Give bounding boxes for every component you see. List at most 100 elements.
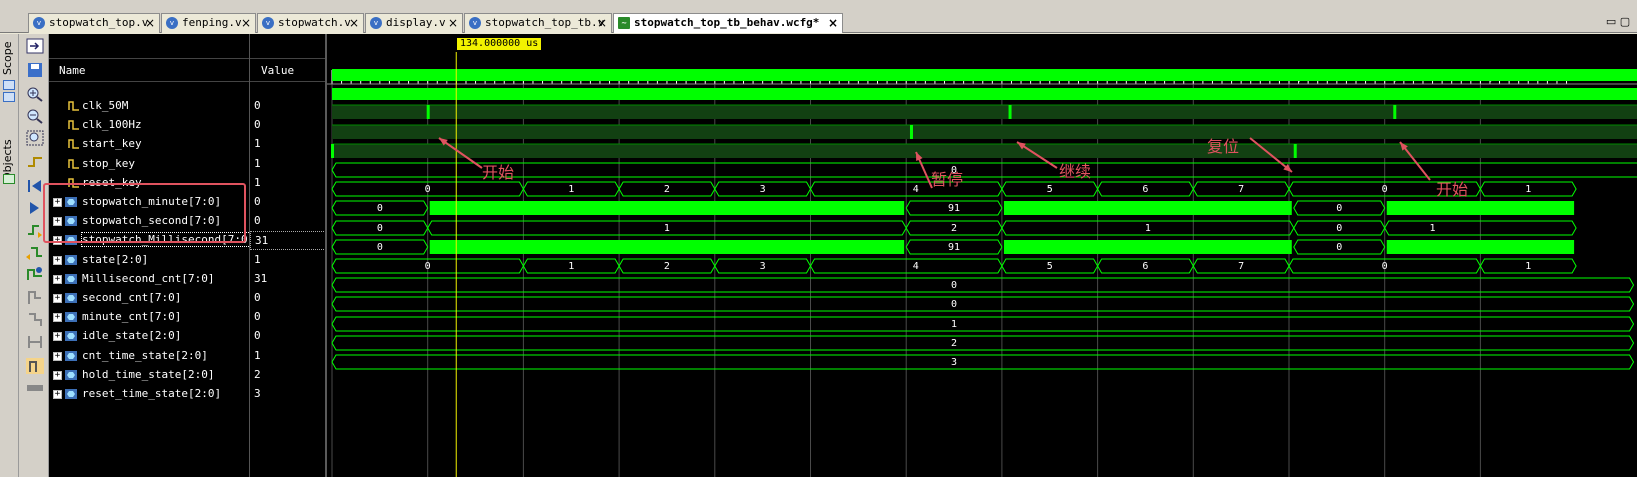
signal-value: 2 bbox=[250, 366, 326, 385]
close-icon[interactable]: × bbox=[448, 14, 458, 32]
close-icon[interactable]: × bbox=[828, 14, 838, 32]
waveform-config-icon: ~ bbox=[618, 17, 630, 29]
tab-stopwatch-top-tb[interactable]: v stopwatch_top_tb.v × bbox=[464, 13, 612, 33]
snap-to-transition-icon[interactable] bbox=[26, 358, 44, 374]
signal-row[interactable]: clk_100Hz bbox=[49, 116, 249, 135]
signal-row[interactable]: clk_50M bbox=[49, 97, 249, 116]
close-icon[interactable]: × bbox=[241, 14, 251, 32]
zoom-in-icon[interactable] bbox=[26, 86, 44, 102]
bit-signal-icon bbox=[68, 120, 79, 130]
key-fill bbox=[332, 144, 1637, 158]
value-column-header[interactable]: Value bbox=[250, 58, 325, 82]
signal-row[interactable]: + state[2:0] bbox=[49, 251, 249, 270]
close-icon[interactable]: × bbox=[145, 14, 155, 32]
signal-row[interactable]: + stopwatch_minute[7:0] bbox=[49, 193, 249, 212]
name-column-header[interactable]: Name bbox=[49, 58, 249, 82]
signal-row[interactable]: + idle_state[2:0] bbox=[49, 327, 249, 346]
waveform-viewer[interactable]: 0 us100 us200 us300 us400 us500 us600 us… bbox=[325, 34, 1637, 477]
expand-icon[interactable]: + bbox=[53, 275, 62, 284]
signal-row[interactable]: + cnt_time_state[2:0] bbox=[49, 347, 249, 366]
expand-icon[interactable]: + bbox=[53, 371, 62, 380]
signal-row[interactable]: + second_cnt[7:0] bbox=[49, 289, 249, 308]
signal-row[interactable]: reset_key bbox=[49, 174, 249, 193]
zoom-out-icon[interactable] bbox=[26, 108, 44, 124]
goto-time-icon[interactable] bbox=[26, 154, 44, 170]
expand-icon[interactable]: + bbox=[53, 390, 62, 399]
tab-waveform-config[interactable]: ~ stopwatch_top_tb_behav.wcfg* × bbox=[613, 13, 843, 33]
key-pulse bbox=[1008, 105, 1012, 119]
signal-value-text: 31 bbox=[254, 272, 268, 285]
signal-name: start_key bbox=[82, 137, 142, 150]
signal-value-text: 31 bbox=[255, 234, 269, 247]
signal-row[interactable]: + reset_time_state[2:0] bbox=[49, 385, 249, 404]
tab-fenping[interactable]: v fenping.v × bbox=[161, 13, 256, 33]
expand-icon[interactable]: + bbox=[53, 294, 62, 303]
signal-value-text: 0 bbox=[254, 329, 261, 342]
next-marker-icon[interactable] bbox=[26, 312, 44, 328]
signal-row[interactable]: + Millisecond_cnt[7:0] bbox=[49, 270, 249, 289]
signal-row[interactable]: start_key bbox=[49, 135, 249, 154]
signal-value: 1 bbox=[250, 155, 326, 174]
signal-value: 0 bbox=[250, 308, 326, 327]
expand-icon[interactable]: + bbox=[53, 198, 62, 207]
previous-marker-icon[interactable] bbox=[26, 290, 44, 306]
bus-value-label: 5 bbox=[1047, 261, 1053, 272]
goto-start-icon[interactable] bbox=[26, 178, 44, 194]
next-transition-icon[interactable] bbox=[26, 244, 44, 260]
bus-signal-icon bbox=[65, 351, 77, 361]
bus-value-label: 0 bbox=[1336, 223, 1342, 234]
bus-signal-icon bbox=[65, 312, 77, 322]
swap-cursors-icon[interactable] bbox=[26, 334, 44, 350]
signal-row[interactable]: + hold_time_state[2:0] bbox=[49, 366, 249, 385]
side-tab-scope[interactable]: Scope bbox=[1, 40, 18, 76]
maximize-icon[interactable]: ▭ ▢ bbox=[1603, 13, 1633, 31]
tab-display[interactable]: v display.v × bbox=[365, 13, 463, 33]
signal-value-text: 1 bbox=[254, 349, 261, 362]
signal-name: stop_key bbox=[82, 157, 135, 170]
tab-stopwatch[interactable]: v stopwatch.v × bbox=[257, 13, 364, 33]
close-icon[interactable]: × bbox=[597, 14, 607, 32]
waveform-canvas[interactable]: 0 us100 us200 us300 us400 us500 us600 us… bbox=[327, 34, 1637, 477]
signal-row[interactable]: + stopwatch_Millisecond[7:0] bbox=[49, 231, 256, 250]
bus-value-label: 7 bbox=[1238, 261, 1244, 272]
signal-value: 0 bbox=[250, 116, 326, 135]
verilog-file-icon: v bbox=[370, 17, 382, 29]
expand-icon[interactable]: + bbox=[53, 256, 62, 265]
previous-transition-icon[interactable] bbox=[26, 222, 44, 238]
goto-end-icon[interactable] bbox=[26, 200, 44, 216]
signal-value-text: 0 bbox=[254, 214, 261, 227]
expand-icon[interactable]: + bbox=[53, 217, 62, 226]
signal-row[interactable]: stop_key bbox=[49, 155, 249, 174]
expand-icon[interactable]: + bbox=[53, 332, 62, 341]
zoom-fit-icon[interactable] bbox=[26, 130, 44, 146]
bus-value-label: 5 bbox=[1047, 184, 1053, 195]
bus-signal-icon bbox=[65, 293, 77, 303]
bus-value-label: 0 bbox=[377, 242, 383, 253]
floating-ruler-icon[interactable] bbox=[26, 380, 44, 396]
bus-idle-state bbox=[331, 296, 1635, 312]
bus-value-label: 1 bbox=[1525, 184, 1531, 195]
expand-icon[interactable]: + bbox=[53, 313, 62, 322]
expand-icon[interactable]: + bbox=[53, 236, 62, 245]
annotation-restart: 开始 bbox=[1436, 180, 1469, 199]
bus-value-label: 1 bbox=[568, 184, 574, 195]
bus-value-label: 1 bbox=[1430, 223, 1436, 234]
expand-icon[interactable]: + bbox=[53, 352, 62, 361]
signal-value: 0 bbox=[250, 97, 326, 116]
add-marker-icon[interactable] bbox=[26, 266, 44, 282]
bit-signal-icon bbox=[68, 159, 79, 169]
signal-row[interactable]: + stopwatch_second[7:0] bbox=[49, 212, 249, 231]
signal-name: state[2:0] bbox=[82, 253, 149, 266]
signal-value-text: 0 bbox=[254, 291, 261, 304]
signal-name: hold_time_state[2:0] bbox=[82, 368, 215, 381]
bus-value-label: 1 bbox=[951, 319, 957, 330]
signal-row[interactable]: + minute_cnt[7:0] bbox=[49, 308, 249, 327]
key-pulse bbox=[909, 125, 913, 139]
tab-stopwatch-top[interactable]: v stopwatch_top.v × bbox=[28, 13, 160, 33]
goto-cursor-icon[interactable] bbox=[26, 38, 44, 54]
close-icon[interactable]: × bbox=[349, 14, 359, 32]
signal-name: Millisecond_cnt[7:0] bbox=[82, 272, 215, 285]
bus-value-label: 3 bbox=[760, 184, 766, 195]
bus-signal-icon bbox=[65, 331, 77, 341]
save-icon[interactable] bbox=[26, 62, 44, 78]
